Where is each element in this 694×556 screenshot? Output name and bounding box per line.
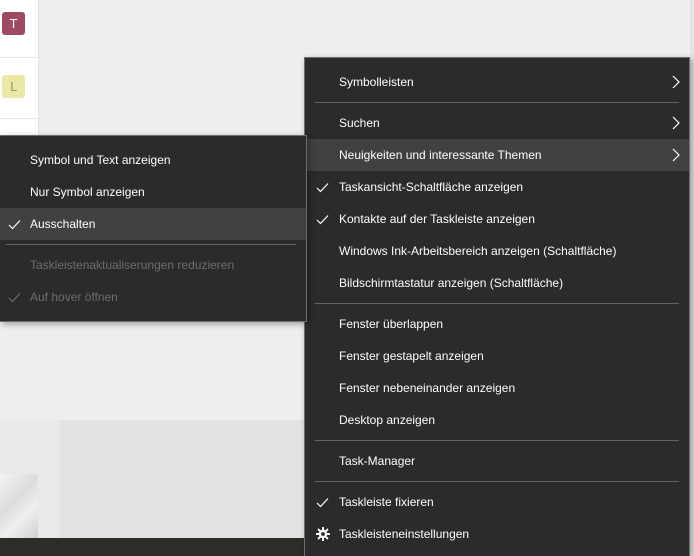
menu-item-label: Symbolleisten bbox=[339, 75, 414, 89]
avatar-letter: T bbox=[9, 16, 18, 31]
news-interests-submenu: Symbol und Text anzeigen Nur Symbol anze… bbox=[0, 135, 307, 322]
menu-item-label: Taskleiste fixieren bbox=[339, 495, 434, 509]
taskbar-context-menu: Symbolleisten Suchen Neuigkeiten und int… bbox=[304, 57, 690, 556]
menu-item-fenster-gestapelt[interactable]: Fenster gestapelt anzeigen bbox=[305, 340, 689, 372]
checkmark-icon bbox=[8, 219, 21, 229]
menu-item-label: Windows Ink-Arbeitsbereich anzeigen (Sch… bbox=[339, 244, 617, 258]
checkmark-icon bbox=[8, 292, 21, 302]
menu-item-neuigkeiten[interactable]: Neuigkeiten und interessante Themen bbox=[305, 139, 689, 171]
checkmark-icon bbox=[316, 497, 329, 507]
avatar-letter: L bbox=[10, 79, 17, 94]
screen-edge bbox=[690, 0, 694, 556]
menu-item-label: Fenster überlappen bbox=[339, 317, 444, 331]
menu-item-label: Taskansicht-Schaltfläche anzeigen bbox=[339, 180, 524, 194]
menu-item-windows-ink[interactable]: Windows Ink-Arbeitsbereich anzeigen (Sch… bbox=[305, 235, 689, 267]
submenu-item-aktualisierungen-reduzieren: Taskleistenaktualiserungen reduzieren bbox=[0, 249, 306, 281]
menu-item-label: Ausschalten bbox=[30, 217, 96, 231]
list-divider bbox=[0, 57, 38, 58]
menu-item-label: Auf hover öffnen bbox=[30, 290, 118, 304]
menu-item-task-manager[interactable]: Task-Manager bbox=[305, 445, 689, 477]
submenu-item-auf-hover-oeffnen: Auf hover öffnen bbox=[0, 281, 306, 313]
menu-separator bbox=[315, 102, 679, 103]
menu-separator bbox=[315, 440, 679, 441]
menu-item-label: Nur Symbol anzeigen bbox=[30, 185, 145, 199]
menu-item-label: Taskleistenaktualiserungen reduzieren bbox=[30, 258, 235, 272]
menu-item-label: Suchen bbox=[339, 116, 380, 130]
chevron-right-icon bbox=[672, 75, 680, 89]
menu-item-label: Neuigkeiten und interessante Themen bbox=[339, 148, 542, 162]
menu-item-desktop-anzeigen[interactable]: Desktop anzeigen bbox=[305, 404, 689, 436]
menu-item-label: Fenster nebeneinander anzeigen bbox=[339, 381, 516, 395]
submenu-item-symbol-und-text[interactable]: Symbol und Text anzeigen bbox=[0, 144, 306, 176]
submenu-item-ausschalten[interactable]: Ausschalten bbox=[0, 208, 306, 240]
menu-separator bbox=[315, 481, 679, 482]
background-image bbox=[0, 474, 38, 538]
menu-item-symbolleisten[interactable]: Symbolleisten bbox=[305, 66, 689, 98]
menu-item-kontakte[interactable]: Kontakte auf der Taskleiste anzeigen bbox=[305, 203, 689, 235]
avatar[interactable]: T bbox=[2, 12, 25, 35]
menu-item-label: Kontakte auf der Taskleiste anzeigen bbox=[339, 212, 535, 226]
submenu-item-nur-symbol[interactable]: Nur Symbol anzeigen bbox=[0, 176, 306, 208]
menu-separator bbox=[6, 244, 296, 245]
chevron-right-icon bbox=[672, 116, 680, 130]
menu-item-label: Desktop anzeigen bbox=[339, 413, 436, 427]
menu-item-taskansicht[interactable]: Taskansicht-Schaltfläche anzeigen bbox=[305, 171, 689, 203]
menu-item-taskleisteneinstellungen[interactable]: Taskleisteneinstellungen bbox=[305, 518, 689, 550]
gear-icon bbox=[316, 527, 330, 541]
menu-item-label: Bildschirmtastatur anzeigen (Schaltfläch… bbox=[339, 276, 564, 290]
menu-item-label: Taskleisteneinstellungen bbox=[339, 527, 470, 541]
menu-item-bildschirmtastatur[interactable]: Bildschirmtastatur anzeigen (Schaltfläch… bbox=[305, 267, 689, 299]
menu-item-label: Task-Manager bbox=[339, 454, 416, 468]
menu-item-label: Symbol und Text anzeigen bbox=[30, 153, 171, 167]
checkmark-icon bbox=[316, 182, 329, 192]
list-divider bbox=[0, 118, 38, 119]
chevron-right-icon bbox=[672, 148, 680, 162]
menu-item-taskleiste-fixieren[interactable]: Taskleiste fixieren bbox=[305, 486, 689, 518]
background-panel bbox=[60, 420, 310, 538]
menu-item-label: Fenster gestapelt anzeigen bbox=[339, 349, 484, 363]
avatar[interactable]: L bbox=[2, 75, 25, 98]
menu-item-suchen[interactable]: Suchen bbox=[305, 107, 689, 139]
checkmark-icon bbox=[316, 214, 329, 224]
menu-item-fenster-ueberlappen[interactable]: Fenster überlappen bbox=[305, 308, 689, 340]
menu-item-fenster-nebeneinander[interactable]: Fenster nebeneinander anzeigen bbox=[305, 372, 689, 404]
menu-separator bbox=[315, 303, 679, 304]
